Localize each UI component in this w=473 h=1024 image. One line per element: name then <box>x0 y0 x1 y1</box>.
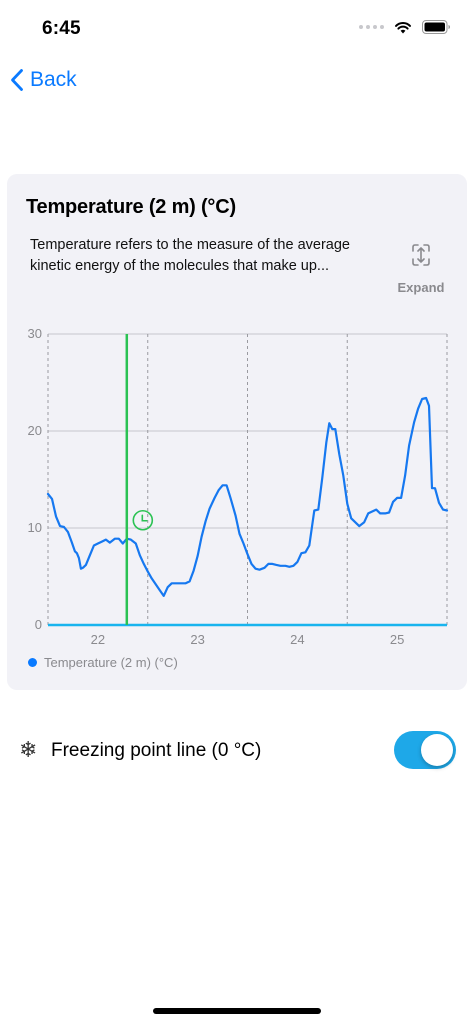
status-icons <box>359 20 451 34</box>
y-tick-label: 20 <box>28 423 42 438</box>
freezing-point-row: ❄ Freezing point line (0 °C) <box>0 722 473 782</box>
status-time: 6:45 <box>42 18 81 39</box>
y-tick-label: 0 <box>35 617 42 632</box>
snowflake-icon: ❄ <box>19 737 38 762</box>
legend-dot <box>28 658 37 667</box>
wifi-icon <box>395 21 411 34</box>
y-tick-label: 10 <box>28 520 42 535</box>
freezing-point-toggle[interactable] <box>394 731 456 769</box>
signal-icon <box>359 25 384 29</box>
x-tick-label: 24 <box>290 632 304 647</box>
x-tick-label: 22 <box>91 632 105 647</box>
toggle-knob <box>421 734 453 766</box>
legend-label: Temperature (2 m) (°C) <box>44 655 178 670</box>
back-label: Back <box>30 68 77 91</box>
chart-legend: Temperature (2 m) (°C) <box>28 655 178 670</box>
x-tick-label: 23 <box>190 632 204 647</box>
home-indicator <box>153 1008 321 1014</box>
x-tick-label: 25 <box>390 632 404 647</box>
freezing-point-label: Freezing point line (0 °C) <box>51 740 262 761</box>
y-tick-label: 30 <box>28 326 42 341</box>
back-button[interactable]: Back <box>10 68 77 92</box>
chevron-left-icon <box>11 69 23 91</box>
status-bar: 6:45 <box>0 0 473 60</box>
clock-hands <box>141 514 148 522</box>
battery-icon <box>422 20 450 34</box>
temperature-chart[interactable]: 0 10 20 30 22 23 24 25 <box>7 174 467 690</box>
chart-card: Temperature (2 m) (°C) Temperature refer… <box>7 174 467 690</box>
